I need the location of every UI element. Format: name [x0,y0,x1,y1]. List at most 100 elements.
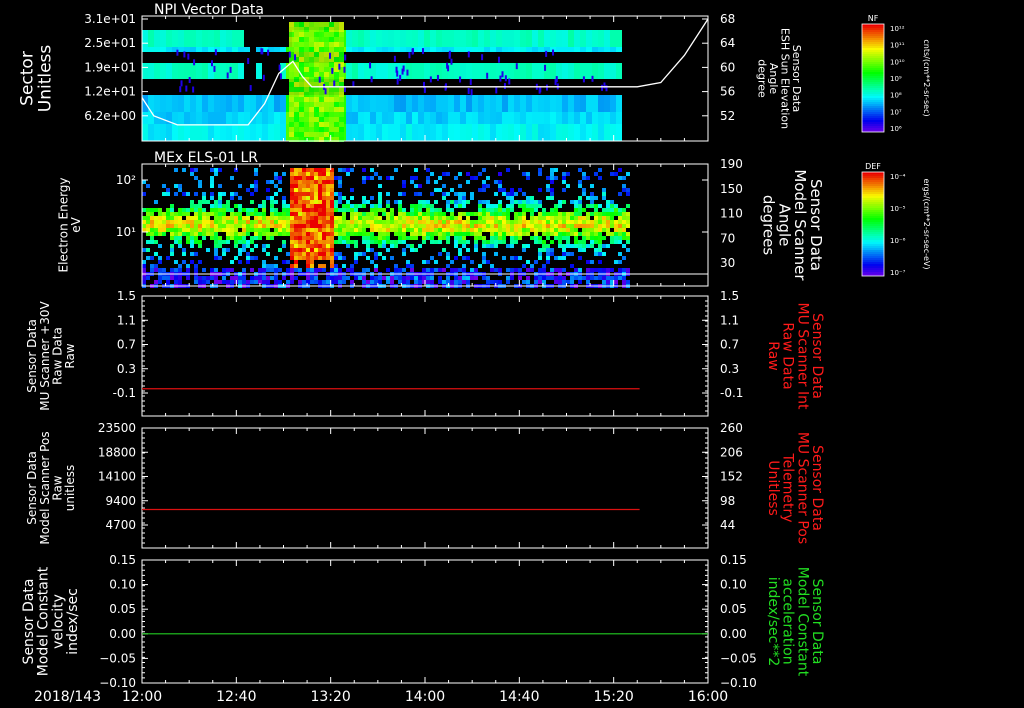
heatmap-cell [302,228,306,232]
colorbar-label: NF [868,14,879,23]
heatmap-cell [354,276,358,280]
heatmap-cell [550,192,554,196]
y-tick-label-right: 0.05 [720,602,747,616]
heatmap-cell [298,228,302,232]
heatmap-cell [314,176,318,180]
heatmap-cell [309,122,314,127]
heatmap-cell [329,127,334,132]
heatmap-cell [334,228,338,232]
heatmap-cell [346,236,350,240]
colorbar-segment [862,122,884,124]
heatmap-cell [250,95,256,112]
heatmap-cell [322,192,326,196]
y-axis-label-line: velocity [50,594,66,649]
heatmap-cell [238,204,242,208]
heatmap-cell [214,232,218,236]
heatmap-speck [448,52,451,59]
heatmap-cell [294,42,299,47]
heatmap-cell [299,122,304,127]
heatmap-cell [374,276,378,280]
heatmap-cell [158,260,162,264]
heatmap-cell [594,276,598,280]
colorbar-segment [862,32,884,34]
heatmap-cell [618,220,622,224]
heatmap-speck [508,78,511,85]
heatmap-cell [306,188,310,192]
heatmap-cell [319,67,324,72]
heatmap-cell [190,244,194,248]
heatmap-cell [170,244,174,248]
heatmap-cell [490,30,496,47]
heatmap-cell [158,212,162,216]
heatmap-cell [310,208,314,212]
heatmap-cell [398,224,402,228]
heatmap-cell [508,112,514,124]
heatmap-cell [402,192,406,196]
heatmap-cell [314,240,318,244]
heatmap-cell [558,204,562,208]
heatmap-cell [182,260,186,264]
heatmap-cell [186,240,190,244]
heatmap-cell [370,260,374,264]
heatmap-cell [190,200,194,204]
heatmap-cell [370,212,374,216]
heatmap-cell [614,224,618,228]
heatmap-cell [398,204,402,208]
heatmap-cell [376,63,382,79]
heatmap-cell [466,240,470,244]
heatmap-cell [294,117,299,122]
heatmap-cell [314,200,318,204]
heatmap-cell [218,224,222,228]
heatmap-cell [506,228,510,232]
heatmap-cell [550,196,554,200]
heatmap-cell [626,232,630,236]
heatmap-cell [294,232,298,236]
heatmap-cell [526,244,530,248]
heatmap-cell [262,200,266,204]
heatmap-cell [398,200,402,204]
heatmap-cell [150,240,154,244]
heatmap-cell [602,244,606,248]
heatmap-cell [234,204,238,208]
heatmap-cell [329,112,334,117]
heatmap-cell [506,196,510,200]
heatmap-cell [430,224,434,228]
heatmap-cell [214,276,218,280]
heatmap-cell [346,200,350,204]
heatmap-cell [218,204,222,208]
heatmap-cell [150,208,154,212]
heatmap-cell [578,268,582,272]
heatmap-cell [422,232,426,236]
heatmap-cell [490,268,494,272]
heatmap-cell [306,200,310,204]
heatmap-cell [318,180,322,184]
heatmap-cell [246,220,250,224]
heatmap-cell [598,260,602,264]
heatmap-cell [594,252,598,256]
heatmap-cell [518,236,522,240]
heatmap-cell [610,220,614,224]
heatmap-cell [506,220,510,224]
heatmap-cell [242,244,246,248]
heatmap-cell [602,236,606,240]
heatmap-cell [546,216,550,220]
heatmap-cell [319,57,324,62]
heatmap-cell [386,232,390,236]
heatmap-cell [298,200,302,204]
heatmap-cell [610,30,616,47]
heatmap-cell [538,220,542,224]
y-tick-label-left: 4700 [105,518,136,532]
heatmap-cell [402,216,406,220]
heatmap-cell [442,172,446,176]
colorbar-segment [862,176,884,178]
heatmap-cell [370,168,374,172]
heatmap-cell [330,192,334,196]
heatmap-cell [602,216,606,220]
x-tick-label: 14:40 [499,689,539,705]
heatmap-cell [202,208,206,212]
heatmap-cell [472,30,478,47]
heatmap-cell [306,228,310,232]
heatmap-cell [580,124,586,141]
heatmap-cell [382,112,388,124]
y-tick-label-right: 0.00 [720,627,747,641]
